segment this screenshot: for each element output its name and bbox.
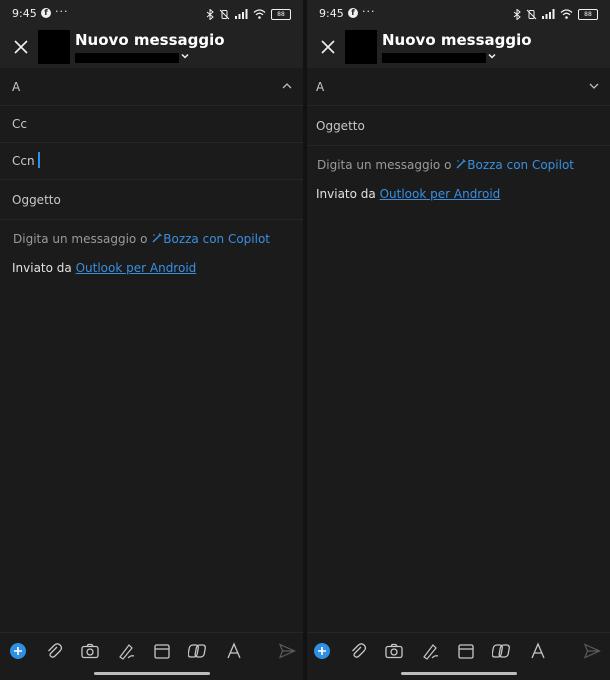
page-title: Nuovo messaggio (75, 31, 225, 49)
message-body[interactable]: Digita un messaggio o Bozza con Copilot (13, 232, 270, 246)
facebook-icon: f (348, 8, 358, 18)
outlook-android-link[interactable]: Outlook per Android (76, 261, 197, 275)
account-selector[interactable] (382, 53, 486, 63)
copilot-draft-link[interactable]: Bozza con Copilot (467, 158, 574, 172)
subject-label: Oggetto (12, 193, 61, 207)
bluetooth-icon (513, 8, 521, 20)
battery-icon: 88 (578, 8, 598, 20)
copilot-pen-icon[interactable] (455, 158, 467, 170)
attach-icon[interactable] (348, 641, 368, 661)
pen-icon[interactable] (116, 641, 136, 661)
status-time: 9:45 (319, 7, 344, 20)
send-icon[interactable] (277, 641, 297, 661)
home-indicator (400, 672, 517, 675)
status-time: 9:45 (12, 7, 37, 20)
signal-icon (235, 9, 248, 19)
to-field[interactable]: A (0, 68, 303, 106)
page-title: Nuovo messaggio (382, 31, 532, 49)
copilot-draft-link[interactable]: Bozza con Copilot (163, 232, 270, 246)
message-placeholder: Digita un messaggio o (317, 158, 452, 172)
compose-toolbar (307, 632, 610, 669)
message-body[interactable]: Digita un messaggio o Bozza con Copilot (317, 158, 574, 172)
compose-header: Nuovo messaggio (0, 28, 303, 68)
home-indicator (93, 672, 210, 675)
bcc-field[interactable]: Ccn (0, 142, 303, 180)
vibrate-off-icon (526, 9, 537, 19)
pen-icon[interactable] (420, 641, 440, 661)
bcc-label: Ccn (12, 154, 35, 168)
chevron-up-icon[interactable] (281, 80, 293, 92)
cc-field[interactable]: Cc (0, 105, 303, 143)
to-label: A (316, 80, 325, 94)
text-format-icon[interactable] (224, 641, 244, 661)
compose-screen-collapsed: 9:45 f ··· 88 Nuovo messaggio A Oggetto … (307, 0, 610, 680)
to-field[interactable]: A (307, 68, 610, 106)
account-selector[interactable] (75, 53, 179, 63)
compose-screen-expanded: 9:45 f ··· 88 Nuovo messaggio A Cc Ccn O… (0, 0, 303, 680)
wifi-icon (253, 9, 266, 19)
add-icon[interactable] (8, 641, 28, 661)
calendar-icon[interactable] (152, 641, 172, 661)
close-icon[interactable] (317, 36, 339, 58)
status-bar: 9:45 f ··· 88 (0, 0, 303, 28)
signature-prefix: Inviato da (316, 187, 376, 201)
vibrate-off-icon (219, 9, 230, 19)
subject-field[interactable]: Oggetto (0, 179, 303, 220)
copilot-pen-icon[interactable] (151, 232, 163, 244)
loop-icon[interactable] (492, 641, 512, 661)
signal-icon (542, 9, 555, 19)
loop-icon[interactable] (188, 641, 208, 661)
status-bar: 9:45 f ··· 88 (307, 0, 610, 28)
to-label: A (12, 80, 21, 94)
send-icon[interactable] (582, 641, 602, 661)
compose-header: Nuovo messaggio (307, 28, 610, 68)
facebook-icon: f (41, 8, 51, 18)
signature: Inviato da Outlook per Android (12, 261, 196, 275)
calendar-icon[interactable] (456, 641, 476, 661)
avatar (345, 30, 377, 64)
subject-label: Oggetto (316, 119, 365, 133)
close-icon[interactable] (10, 36, 32, 58)
wifi-icon (560, 9, 573, 19)
chevron-down-icon[interactable] (588, 80, 600, 92)
more-notifications-icon: ··· (362, 5, 376, 18)
signature: Inviato da Outlook per Android (316, 187, 500, 201)
message-placeholder: Digita un messaggio o (13, 232, 148, 246)
signature-prefix: Inviato da (12, 261, 72, 275)
more-notifications-icon: ··· (55, 5, 69, 18)
status-icons: 88 (513, 8, 598, 20)
outlook-android-link[interactable]: Outlook per Android (380, 187, 501, 201)
chevron-down-icon[interactable] (180, 51, 190, 61)
text-format-icon[interactable] (528, 641, 548, 661)
status-icons: 88 (206, 8, 291, 20)
subject-field[interactable]: Oggetto (307, 105, 610, 146)
bluetooth-icon (206, 8, 214, 20)
battery-icon: 88 (271, 8, 291, 20)
attach-icon[interactable] (44, 641, 64, 661)
camera-icon[interactable] (80, 641, 100, 661)
avatar (38, 30, 70, 64)
add-icon[interactable] (312, 641, 332, 661)
chevron-down-icon[interactable] (487, 51, 497, 61)
camera-icon[interactable] (384, 641, 404, 661)
cc-label: Cc (12, 117, 27, 131)
text-cursor (38, 152, 40, 168)
compose-toolbar (0, 632, 303, 669)
